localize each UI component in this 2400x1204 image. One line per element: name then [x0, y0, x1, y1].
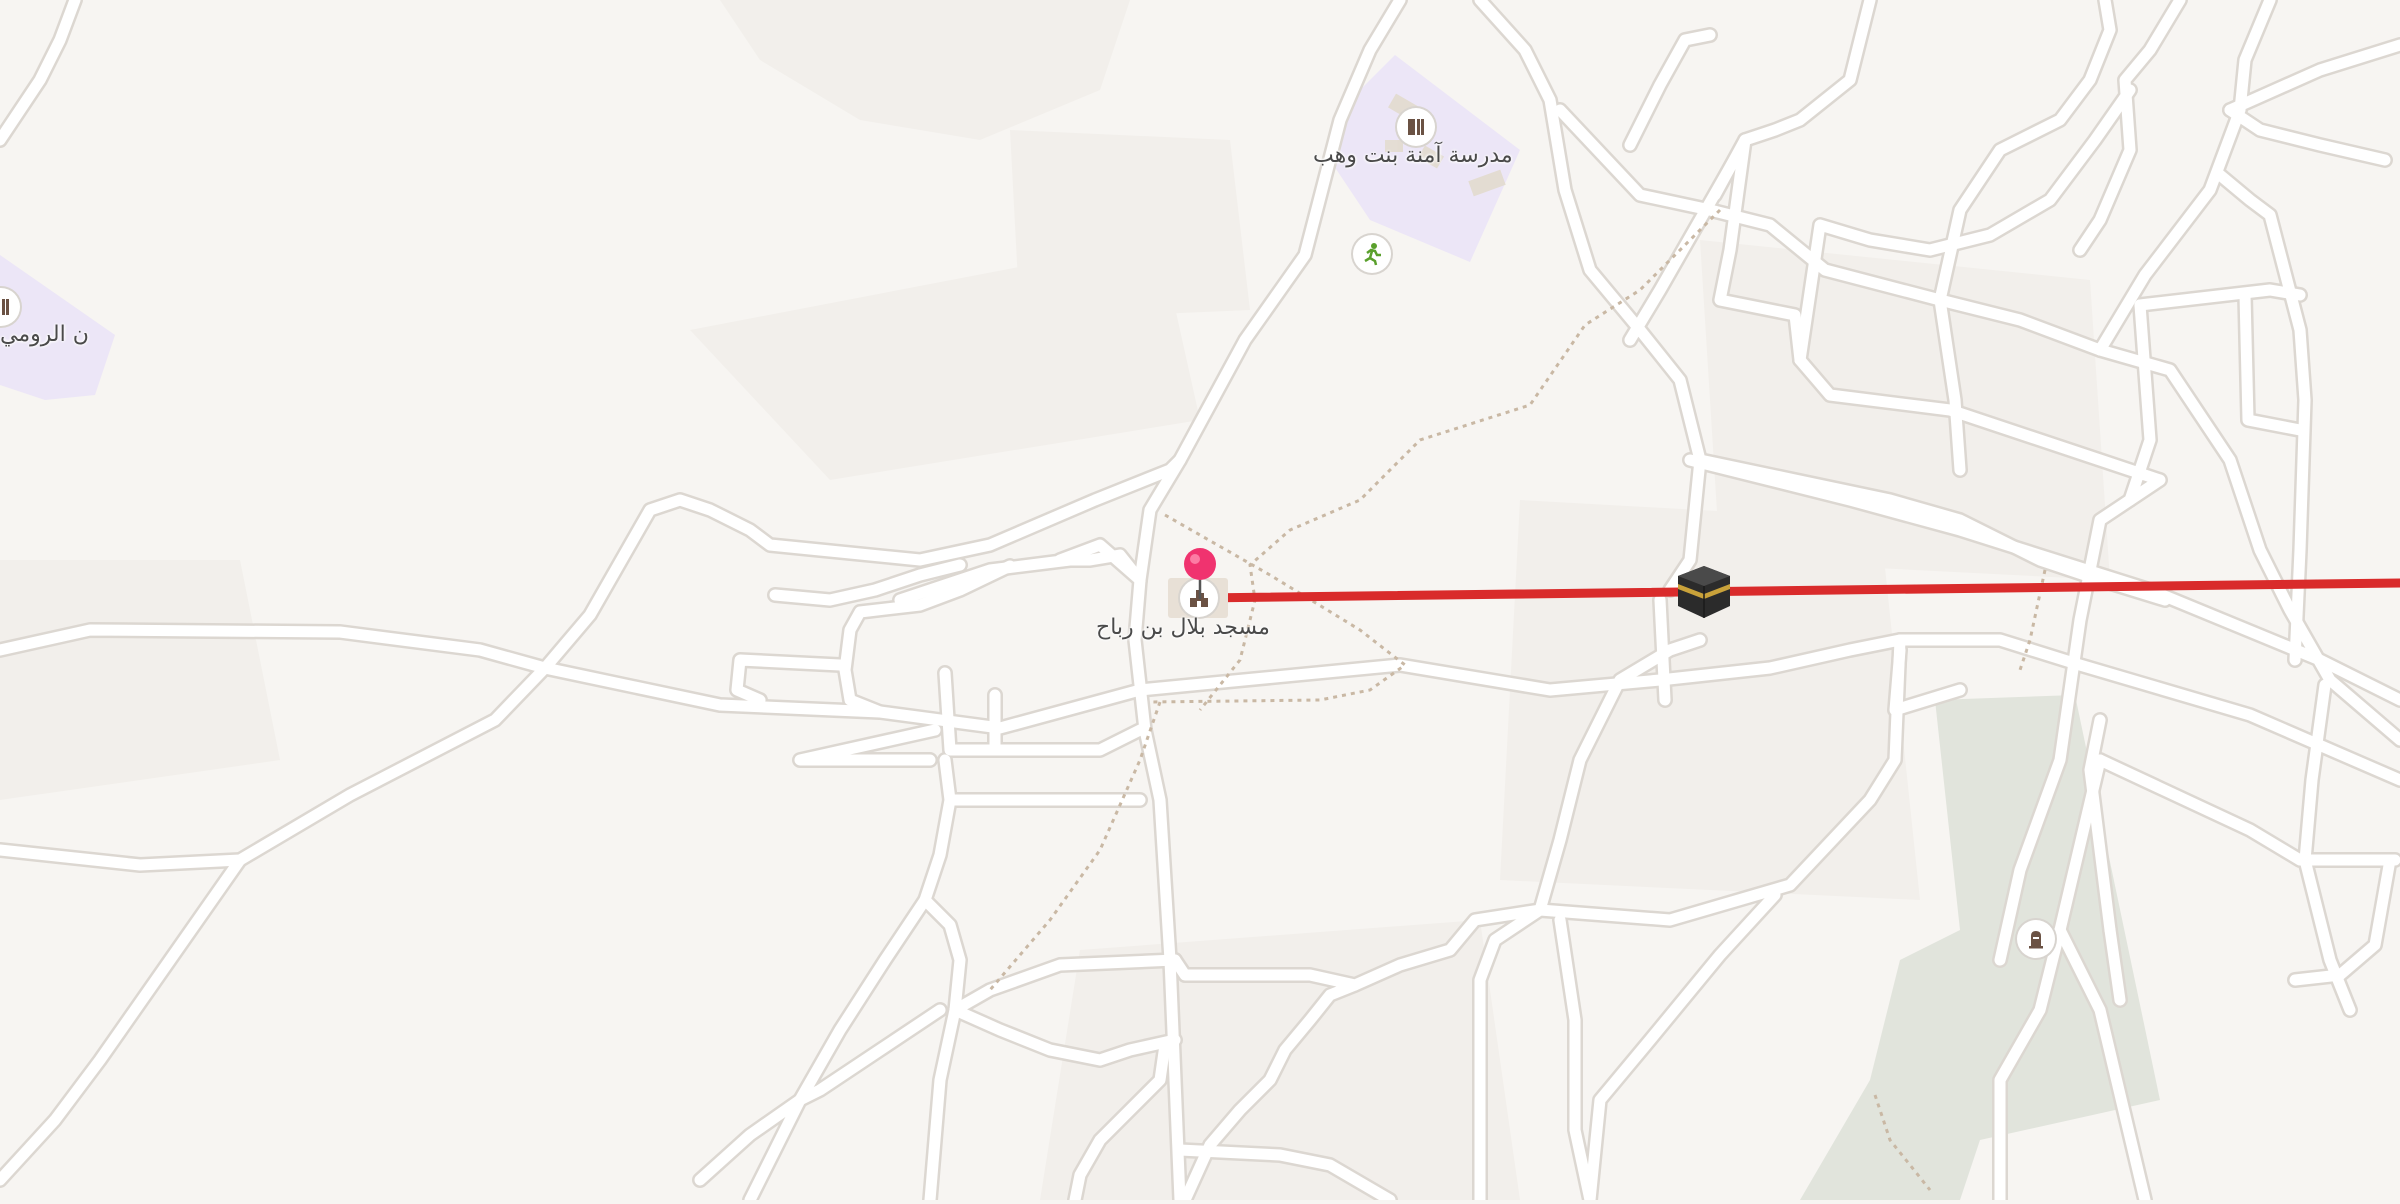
left-school-label[interactable]: ن الرومي — [0, 322, 89, 347]
sports-poi[interactable] — [1353, 235, 1391, 273]
school-icon — [1408, 119, 1424, 135]
running-person-icon — [1364, 243, 1381, 266]
school-icon — [2, 299, 9, 315]
school-label[interactable]: مدرسة آمنة بنت وهب — [1313, 143, 1513, 168]
mosque-label[interactable]: مسجد بلال بن رباح — [1096, 615, 1270, 640]
kaaba-icon[interactable] — [1674, 562, 1734, 622]
location-pin-icon[interactable] — [1180, 544, 1220, 600]
tombstone-icon — [2029, 931, 2043, 949]
map-canvas[interactable]: مدرسة آمنة بنت وهب ن الرومي مسجد بلال بن… — [0, 0, 2400, 1204]
cemetery-poi[interactable] — [2017, 920, 2055, 958]
school-poi[interactable] — [1397, 108, 1435, 146]
